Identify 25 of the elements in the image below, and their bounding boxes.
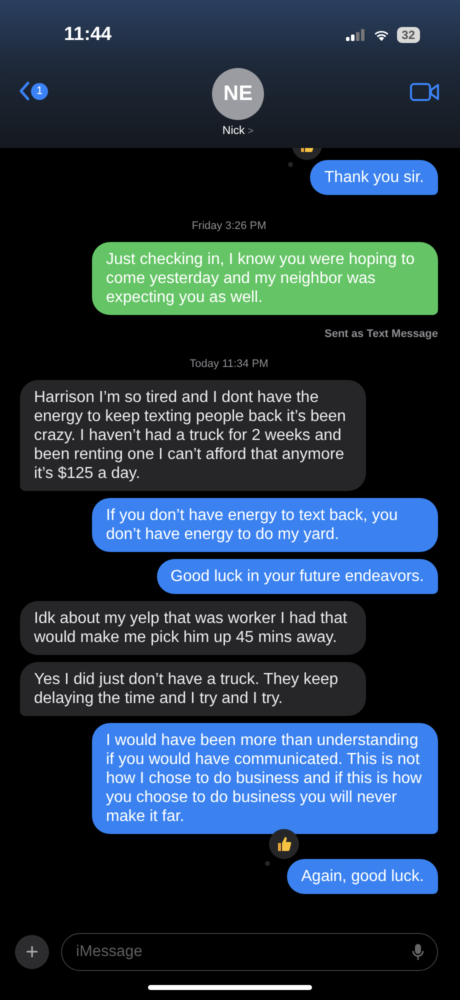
sent-message: Just checking in, I know you were hoping to come yesterday and my neighbor was expecting you as well. — [92, 242, 438, 315]
received-message: Yes I did just don’t have a truck. They keep delaying the time and I try and I try. — [20, 662, 366, 716]
sent-message: If you don’t have energy to text back, you don’t have energy to do my yard. — [92, 498, 438, 552]
unread-badge: 1 — [31, 82, 48, 100]
video-call-icon[interactable] — [410, 82, 440, 102]
received-message: Harrison I’m so tired and I dont have the energy to keep texting people back it’s been crazy. I haven’t had a truck for 2 weeks and been renting one I can’t afford that anymore it’s $125 a day. — [20, 380, 366, 491]
plus-button[interactable]: + — [15, 935, 49, 969]
sent-message: Again, good luck. — [287, 859, 438, 894]
timestamp: Today 11:34 PM — [188, 358, 270, 370]
timestamp: Friday 3:26 PM — [190, 220, 268, 232]
battery-indicator: 32 — [396, 27, 420, 43]
received-message: Idk about my yelp that was worker I had that would make me pick him up 45 mins away. — [20, 601, 366, 655]
back-chevron-icon[interactable] — [18, 81, 30, 101]
status-time: 11:44 — [64, 24, 112, 46]
sent-message: Thank you sir. — [310, 160, 438, 195]
chevron-icon: > — [248, 126, 254, 136]
contact-name[interactable]: Nick — [222, 125, 245, 137]
microphone-icon[interactable] — [412, 943, 424, 961]
sent-message: Good luck in your future endeavors. — [156, 559, 438, 594]
message-input-field[interactable]: iMessage — [61, 933, 438, 971]
delivery-note: Sent as Text Message — [323, 328, 438, 340]
signal-icon — [346, 29, 366, 41]
sent-message: I would have been more than understanding if you would have communicated. This is not how I chose to do business and if this is how you choose to do business you will never make it far. — [92, 723, 438, 834]
back-button[interactable]: 1 — [18, 81, 48, 101]
wifi-icon — [372, 29, 390, 41]
